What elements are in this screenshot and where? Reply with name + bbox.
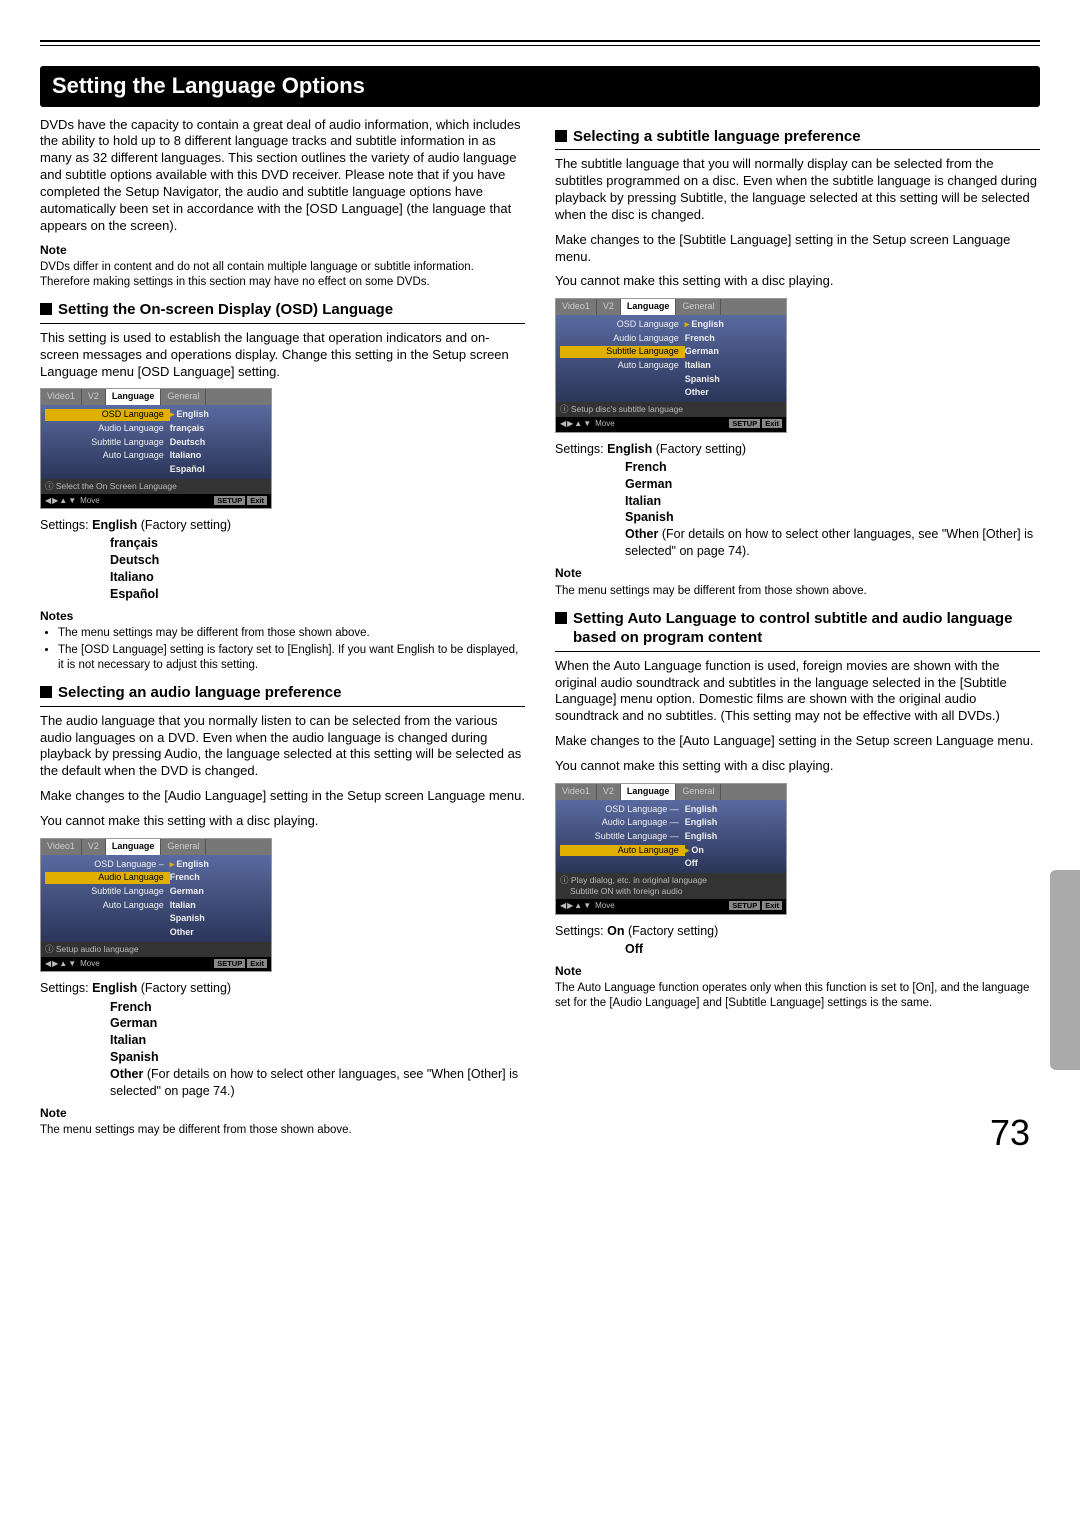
page-number: 73 [990,1110,1030,1157]
auto-settings: Settings: On (Factory setting) [555,923,1040,939]
osd-tab-active: Language [106,389,162,405]
note-heading: Note [40,243,525,259]
subtitle-body2: Make changes to the [Subtitle Language] … [555,232,1040,266]
osd-body-grid: OSD LanguageEnglish Audio Languagefrança… [41,405,271,478]
osd-tip: ⓘ Select the On Screen Language [41,479,271,494]
audio-settings: Settings: English (Factory setting) [40,980,525,996]
note-heading: Note [555,566,1040,582]
audio-body3: You cannot make this setting with a disc… [40,813,525,830]
audio-body2: Make changes to the [Audio Language] set… [40,788,525,805]
audio-note: The menu settings may be different from … [40,1123,525,1138]
note-item: The [OSD Language] setting is factory se… [58,643,525,673]
osd-tab: General [161,389,206,405]
osd-notes-list: The menu settings may be different from … [40,626,525,673]
osd-tab: V2 [82,389,106,405]
osd-tabs: Video1 V2 Language General [41,389,271,405]
two-column-layout: DVDs have the capacity to contain a grea… [40,117,1040,1147]
osd-tab: Video1 [41,389,82,405]
note-heading: Note [40,1106,525,1122]
subtitle-body: The subtitle language that you will norm… [555,156,1040,224]
manual-page: Setting the Language Options DVDs have t… [0,0,1080,1166]
intro-paragraph: DVDs have the capacity to contain a grea… [40,117,525,235]
auto-menu-screenshot: Video1 V2 Language General OSD Language … [555,783,787,915]
intro-note: DVDs differ in content and do not all co… [40,260,525,290]
right-column: Selecting a subtitle language preference… [555,117,1040,1147]
subtitle-settings-list: French German Italian Spanish Other (For… [625,459,1040,560]
auto-body2: Make changes to the [Auto Language] sett… [555,733,1040,750]
notes-heading: Notes [40,609,525,625]
section-title: Setting the Language Options [40,66,1040,107]
audio-heading-text: Selecting an audio language preference [58,683,341,703]
subtitle-body3: You cannot make this setting with a disc… [555,273,1040,290]
osd-settings: Settings: English (Factory setting) [40,517,525,533]
side-thumb-tab [1050,870,1080,1070]
subtitle-note: The menu settings may be different from … [555,584,1040,599]
left-column: DVDs have the capacity to contain a grea… [40,117,525,1147]
osd-footer: Move SETUPExit [41,494,271,508]
auto-note: The Auto Language function operates only… [555,981,1040,1011]
top-rule [40,40,1040,46]
auto-settings-list: Off [625,941,1040,958]
osd-menu-screenshot: Video1 V2 Language General OSD LanguageE… [40,388,272,509]
audio-heading: Selecting an audio language preference [40,683,525,707]
note-item: The menu settings may be different from … [58,626,525,641]
subtitle-heading-text: Selecting a subtitle language preference [573,127,861,147]
audio-body: The audio language that you normally lis… [40,713,525,781]
auto-heading-text: Setting Auto Language to control subtitl… [573,609,1040,648]
subtitle-menu-screenshot: Video1 V2 Language General OSD LanguageE… [555,298,787,432]
subtitle-heading: Selecting a subtitle language preference [555,127,1040,151]
osd-body: This setting is used to establish the la… [40,330,525,381]
osd-heading: Setting the On-screen Display (OSD) Lang… [40,300,525,324]
auto-body3: You cannot make this setting with a disc… [555,758,1040,775]
arrow-icons: Move [45,496,100,506]
subtitle-settings: Settings: English (Factory setting) [555,441,1040,457]
auto-heading: Setting Auto Language to control subtitl… [555,609,1040,652]
osd-heading-text: Setting the On-screen Display (OSD) Lang… [58,300,393,320]
note-heading: Note [555,964,1040,980]
osd-settings-list: français Deutsch Italiano Español [110,535,525,603]
audio-settings-list: French German Italian Spanish Other (For… [110,999,525,1100]
auto-body: When the Auto Language function is used,… [555,658,1040,726]
audio-menu-screenshot: Video1 V2 Language General OSD Language … [40,838,272,972]
